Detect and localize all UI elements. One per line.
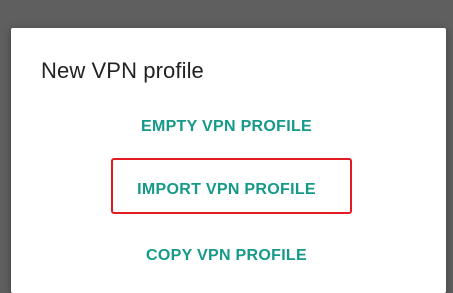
copy-vpn-profile-label: COPY VPN PROFILE	[146, 247, 307, 264]
import-vpn-profile-label: IMPORT VPN PROFILE	[137, 181, 316, 198]
empty-vpn-profile-label: EMPTY VPN PROFILE	[140, 118, 313, 135]
empty-vpn-profile-option[interactable]: EMPTY VPN PROFILE	[0, 116, 453, 138]
import-vpn-profile-option[interactable]: IMPORT VPN PROFILE	[0, 179, 453, 201]
dialog-title: New VPN profile	[41, 58, 204, 83]
copy-vpn-profile-option[interactable]: COPY VPN PROFILE	[0, 245, 453, 267]
